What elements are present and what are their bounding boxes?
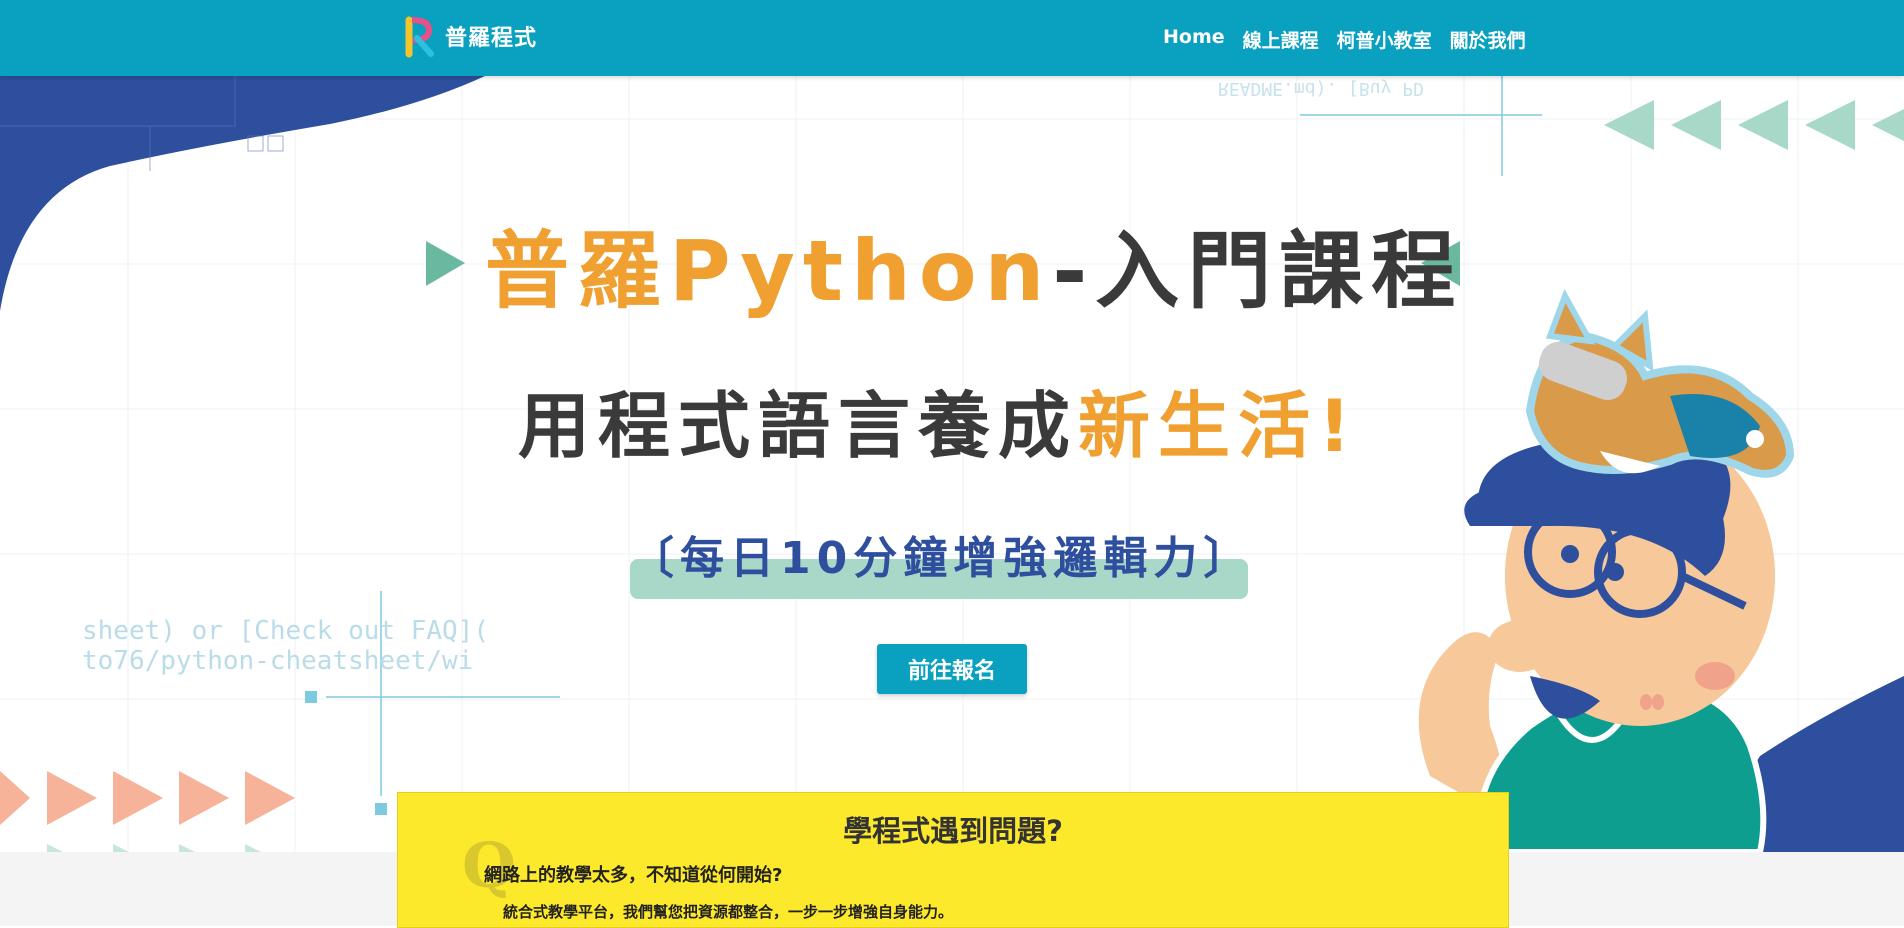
problem-title: 學程式遇到問題?	[843, 814, 1063, 848]
hero-title-highlight: 普羅Python	[485, 222, 1053, 320]
hero-tagline: 〔每日10分鐘增強邏輯力〕	[630, 533, 1254, 584]
brand-logo-link[interactable]: 普羅程式	[403, 14, 537, 58]
brand-logo-icon	[405, 16, 434, 58]
nav-classroom[interactable]: 柯普小教室	[1337, 26, 1432, 53]
hero-subtitle-highlight: 新生活!	[1078, 384, 1359, 468]
hero-content: 普羅Python-入門課程 用程式語言養成新生活! 〔每日10分鐘增強邏輯力〕 …	[0, 76, 1904, 852]
hero-title-rest: -入門課程	[1052, 222, 1464, 320]
problem-question: 網路上的教學太多，不知道從何開始?	[484, 865, 783, 886]
hero-title: 普羅Python-入門課程	[485, 216, 1463, 326]
nav-home[interactable]: Home	[1163, 26, 1225, 53]
hero-section: README.md). [Buy PD sheet) or [Check out…	[0, 76, 1904, 852]
hero-subtitle: 用程式語言養成新生活!	[518, 376, 1359, 476]
brand-name: 普羅程式	[445, 26, 538, 51]
main-nav: Home 線上課程 柯普小教室 關於我們	[1163, 26, 1526, 53]
top-navbar: 普羅程式 Home 線上課程 柯普小教室 關於我們	[0, 0, 1904, 76]
hero-tagline-wrap: 〔每日10分鐘增強邏輯力〕	[630, 524, 1248, 604]
register-button[interactable]: 前往報名	[877, 644, 1027, 694]
nav-about[interactable]: 關於我們	[1450, 26, 1526, 53]
hero-title-row: 普羅Python-入門課程	[425, 216, 1465, 326]
problem-card: Q 學程式遇到問題? 網路上的教學太多，不知道從何開始? 統合式教學平台，我們幫…	[397, 792, 1509, 928]
hero-subtitle-main: 用程式語言養成	[518, 384, 1079, 468]
nav-online-courses[interactable]: 線上課程	[1243, 26, 1319, 53]
problem-answer: 統合式教學平台，我們幫您把資源都整合，一步一步增強自身能力。	[503, 903, 954, 921]
